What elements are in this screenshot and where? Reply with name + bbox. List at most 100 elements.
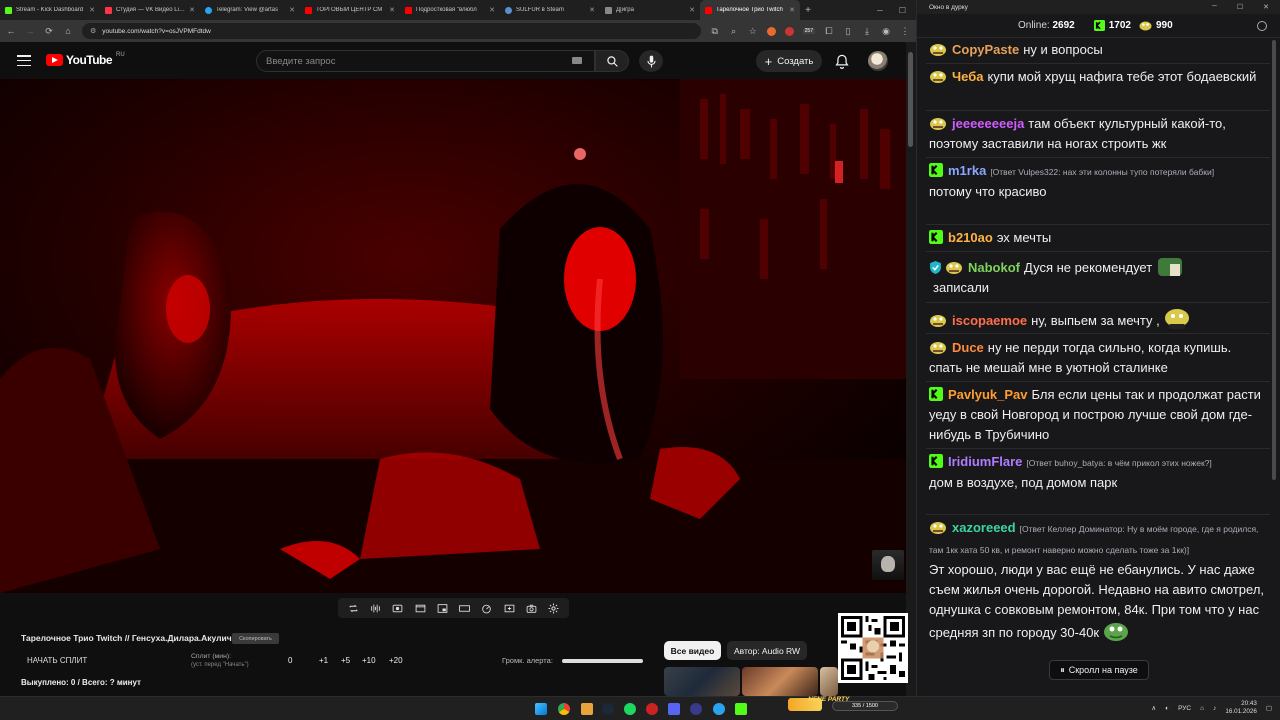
tray-app-icon[interactable]: ◐ (1165, 705, 1169, 712)
reload-icon[interactable]: ⟳ (44, 26, 54, 37)
maximize-icon[interactable]: ☐ (899, 6, 906, 15)
chat-message[interactable]: m1rka [Ответ Vulpes322: нах эти колонны т… (916, 161, 1280, 202)
browser-tab[interactable]: ТОРГОВЫЙ ЦЕНТР СМ ✕ (300, 0, 400, 20)
camera-icon[interactable] (525, 602, 538, 615)
close-tab-icon[interactable]: ✕ (89, 6, 95, 14)
scroll-paused-button[interactable]: ⏸ Скролл на паузе (1049, 660, 1149, 680)
search-button[interactable] (595, 50, 629, 72)
extension-icon[interactable] (784, 26, 794, 36)
close-icon[interactable]: ✕ (1263, 3, 1269, 11)
keyboard-icon[interactable] (572, 57, 582, 64)
extension-icon[interactable] (766, 26, 776, 36)
alert-volume-slider[interactable] (562, 659, 643, 663)
browser-tab[interactable]: Студия — VK Видео Live ✕ (100, 0, 200, 20)
page-scrollbar[interactable] (906, 42, 916, 696)
chat-username[interactable]: xazoreeed (952, 520, 1016, 535)
chat-message[interactable]: Pavlyuk_Pav Бля если цены так и продолжат… (916, 385, 1280, 445)
chat-username[interactable]: Чеба (952, 69, 983, 84)
windows-start-icon[interactable] (535, 703, 547, 715)
minimize-icon[interactable]: ─ (877, 6, 883, 15)
chrome-icon[interactable] (558, 703, 570, 715)
home-icon[interactable]: ⌂ (63, 26, 73, 36)
settings-gear-icon[interactable] (547, 602, 560, 615)
telegram-icon[interactable] (713, 703, 725, 715)
start-split-button[interactable]: НАЧАТЬ СПЛИТ (27, 656, 87, 665)
notifications-icon[interactable]: ▢ (1266, 704, 1272, 712)
video-player[interactable] (0, 79, 906, 593)
split-plus-5-button[interactable]: +5 (341, 656, 350, 665)
copy-title-button[interactable]: Скопировать (232, 633, 279, 644)
create-button[interactable]: + Создать (756, 50, 822, 72)
chat-message[interactable]: Nabokof Дуся не рекомендует записали (916, 256, 1280, 298)
video-thumbnail[interactable] (820, 667, 838, 696)
maximize-icon[interactable]: ☐ (1237, 3, 1243, 11)
split-plus-20-button[interactable]: +20 (389, 656, 403, 665)
browser-tab-active[interactable]: Тарелочное Трио Twitch ✕ (700, 0, 800, 20)
menu-hamburger-icon[interactable] (17, 55, 31, 66)
extension-badge[interactable]: 257 (802, 28, 815, 34)
browser-tab[interactable]: Подростковая "влюбл ✕ (400, 0, 500, 20)
kick-icon[interactable] (735, 703, 747, 715)
extensions-puzzle-icon[interactable]: ⧠ (824, 26, 834, 37)
video-thumbnail[interactable] (664, 667, 740, 696)
chat-message[interactable]: Чеба купи мой хрущ нафига тебе этот бодае… (916, 67, 1280, 87)
author-chip[interactable]: Автор: Audio RW (727, 641, 807, 660)
steam-icon[interactable] (602, 703, 614, 715)
network-icon[interactable]: ⌂ (1200, 705, 1204, 712)
youtube-logo[interactable]: YouTube RU (46, 52, 125, 67)
close-tab-icon[interactable]: ✕ (589, 6, 595, 14)
chat-username[interactable]: jeeeeeeeeja (952, 116, 1024, 131)
volume-icon[interactable]: ♪ (1213, 705, 1216, 712)
language-indicator[interactable]: РУС (1178, 705, 1191, 712)
media-player-icon[interactable] (690, 703, 702, 715)
chat-username[interactable]: Nabokof (968, 260, 1020, 275)
chat-message[interactable]: jeeeeeeeeja там объект культурный какой-т… (916, 114, 1280, 154)
discord-icon[interactable] (668, 703, 680, 715)
url-input[interactable]: ⚙ youtube.com/watch?v=osJVPMFdtdw (82, 23, 701, 39)
zoom-icon[interactable]: ⌕ (729, 26, 739, 37)
account-avatar[interactable] (868, 51, 888, 71)
opera-icon[interactable] (646, 703, 658, 715)
chat-username[interactable]: IridiumFlare (948, 454, 1022, 469)
site-info-icon[interactable]: ⚙ (90, 27, 96, 35)
playlist-icon[interactable] (391, 602, 404, 615)
close-tab-icon[interactable]: ✕ (689, 6, 695, 14)
browser-tab[interactable]: Д[игра ✕ (600, 0, 700, 20)
notifications-bell-icon[interactable] (833, 52, 851, 70)
chat-message[interactable]: xazoreeed [Ответ Келлер Доминатор: Ну в м… (916, 518, 1280, 678)
browser-tab[interactable]: Telegram: View @artas ✕ (200, 0, 300, 20)
chat-message[interactable]: Duce ну не перди тогда сильно, когда купи… (916, 338, 1280, 378)
bookmark-star-icon[interactable]: ☆ (748, 26, 758, 37)
clip-icon[interactable] (414, 602, 427, 615)
video-thumbnail[interactable] (742, 667, 818, 696)
sidebar-icon[interactable]: ▯ (843, 26, 853, 37)
chat-message[interactable]: b210ao эх мечты (916, 228, 1280, 248)
chat-settings-icon[interactable] (1257, 20, 1267, 31)
close-tab-icon[interactable]: ✕ (489, 6, 495, 14)
chat-username[interactable]: CopyPaste (952, 42, 1019, 57)
chat-message[interactable]: iscopaemoe ну, выпьем за мечту , (916, 307, 1280, 331)
new-tab-button[interactable]: + (800, 5, 816, 16)
search-input[interactable]: Введите запрос (256, 50, 595, 72)
theater-mode-icon[interactable] (458, 602, 471, 615)
browser-menu-icon[interactable]: ⋮ (900, 26, 910, 37)
spotify-icon[interactable] (624, 703, 636, 715)
browser-tab[interactable]: Stream - Kick Dashboard ✕ (0, 0, 100, 20)
download-icon[interactable]: ⤓ (862, 26, 872, 37)
chat-username[interactable]: m1rka (948, 163, 986, 178)
miniplayer-icon[interactable] (436, 602, 449, 615)
chat-message[interactable]: CopyPaste ну и вопросы (916, 40, 1280, 60)
profile-icon[interactable]: ◉ (881, 26, 891, 37)
back-icon[interactable]: ← (6, 26, 16, 36)
clock[interactable]: 20:43 16.01.2026 (1225, 700, 1257, 716)
speed-icon[interactable] (480, 602, 493, 615)
chat-username[interactable]: b210ao (948, 230, 993, 245)
split-plus-1-button[interactable]: +1 (319, 656, 328, 665)
tray-chevron-icon[interactable]: ∧ (1151, 704, 1156, 712)
all-videos-chip[interactable]: Все видео (664, 641, 721, 660)
forward-icon[interactable]: → (25, 26, 35, 36)
split-plus-10-button[interactable]: +10 (362, 656, 376, 665)
file-explorer-icon[interactable] (581, 703, 593, 715)
chat-username[interactable]: Duce (952, 340, 984, 355)
close-tab-icon[interactable]: ✕ (189, 6, 195, 14)
